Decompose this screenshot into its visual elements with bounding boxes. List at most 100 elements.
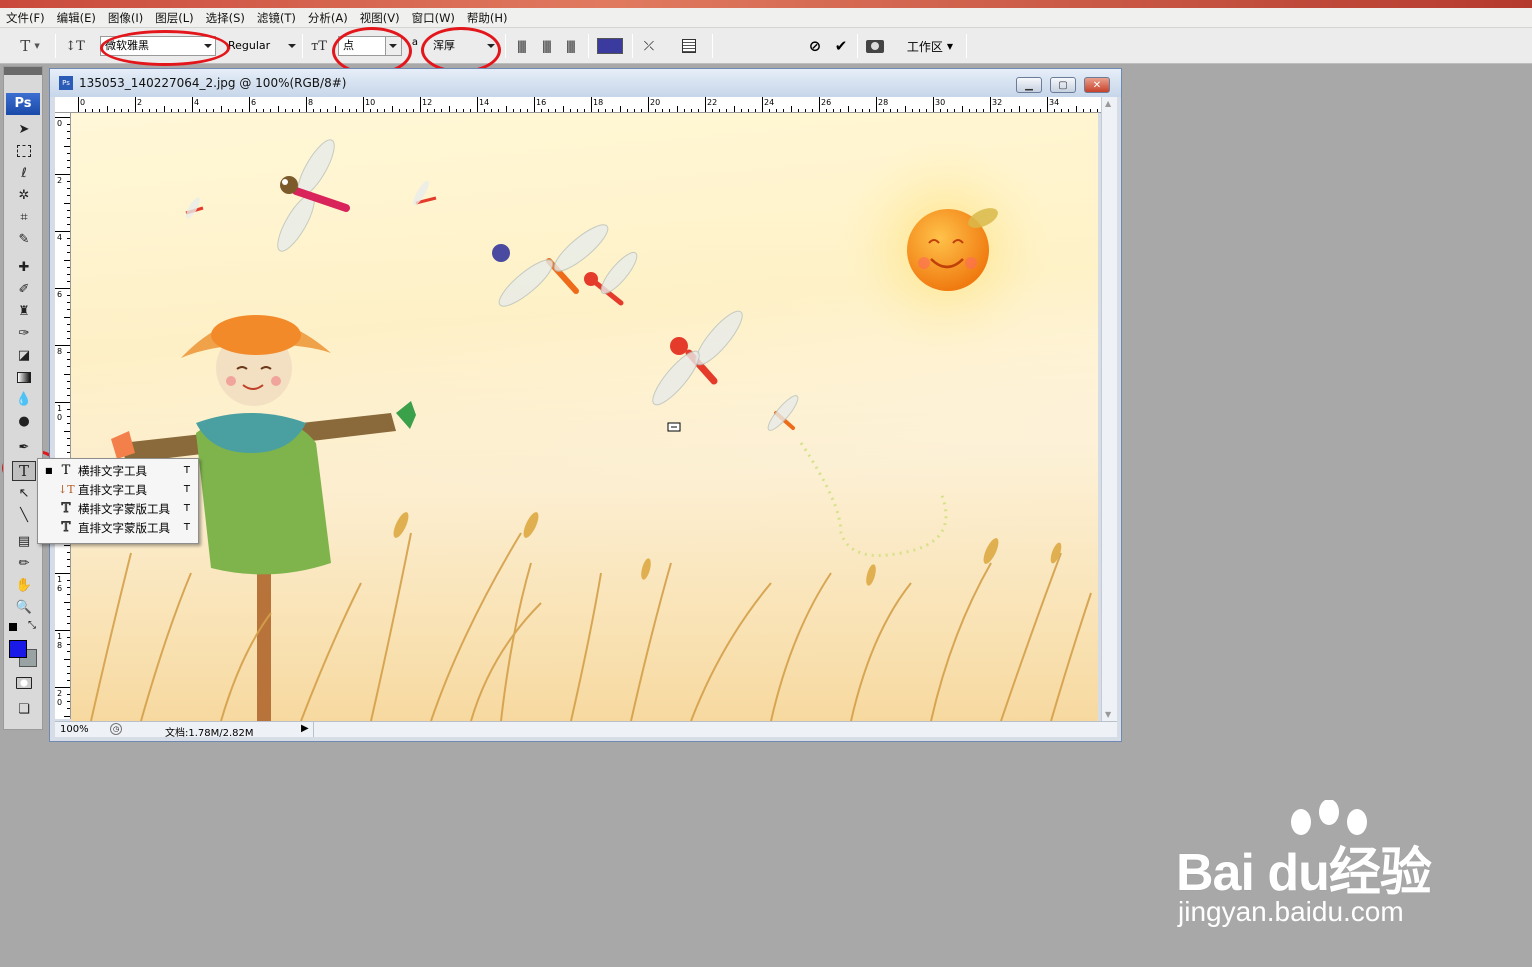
lasso-tool-icon[interactable]: ℓ bbox=[12, 163, 36, 183]
h-ruler-label: 30 bbox=[935, 98, 946, 107]
bridge-icon[interactable] bbox=[862, 28, 888, 64]
h-ruler-minor-tick bbox=[541, 109, 543, 112]
align-left-icon[interactable]: |||| bbox=[512, 28, 530, 64]
zoom-tool-icon[interactable]: 🔍 bbox=[12, 597, 36, 617]
h-ruler-tick bbox=[192, 97, 193, 112]
restore-button[interactable]: ▢ bbox=[1050, 77, 1076, 93]
menu-image[interactable]: 图像(I) bbox=[102, 8, 149, 28]
v-ruler-label: 1 8 bbox=[57, 632, 63, 650]
workspace-menu[interactable]: 工作区 ▼ bbox=[902, 28, 958, 64]
h-ruler-tick bbox=[648, 97, 649, 112]
text-orientation-toggle-icon[interactable]: ↕T bbox=[62, 28, 88, 64]
move-tool-icon[interactable]: ➤ bbox=[12, 119, 36, 139]
dodge-tool-icon[interactable]: ● bbox=[12, 411, 36, 431]
v-ruler-tick bbox=[55, 345, 70, 346]
v-ruler-minor-tick bbox=[64, 601, 70, 603]
flyout-item-vertical-type-mask[interactable]: T 直排文字蒙版工具 T bbox=[38, 518, 198, 537]
gradient-tool-icon[interactable] bbox=[12, 367, 36, 387]
menu-layer[interactable]: 图层(L) bbox=[149, 8, 199, 28]
healing-brush-tool-icon[interactable]: ✚ bbox=[12, 257, 36, 277]
menu-edit[interactable]: 编辑(E) bbox=[51, 8, 102, 28]
h-ruler-minor-tick bbox=[847, 106, 849, 112]
h-ruler-minor-tick bbox=[562, 106, 564, 112]
line-tool-icon[interactable]: ╲ bbox=[12, 505, 36, 525]
antialias-select[interactable]: 浑厚 bbox=[433, 36, 495, 56]
brush-tool-icon[interactable]: ✐ bbox=[12, 279, 36, 299]
minimize-button[interactable]: ▁ bbox=[1016, 77, 1042, 93]
marquee-tool-icon[interactable] bbox=[12, 141, 36, 161]
v-ruler-minor-tick bbox=[64, 373, 70, 375]
path-selection-tool-icon[interactable]: ↖ bbox=[12, 483, 36, 503]
vertical-ruler[interactable]: 024681 01 21 41 61 82 0 bbox=[55, 113, 71, 719]
vertical-scrollbar[interactable]: ▲ ▼ bbox=[1101, 97, 1117, 721]
commit-check-icon[interactable]: ✔ bbox=[830, 28, 852, 64]
h-ruler-minor-tick bbox=[790, 106, 792, 112]
default-colors-icon[interactable] bbox=[9, 623, 17, 631]
flyout-item-shortcut: T bbox=[183, 484, 190, 495]
foreground-color-swatch[interactable] bbox=[9, 640, 27, 658]
menu-select[interactable]: 选择(S) bbox=[200, 8, 251, 28]
hand-tool-icon[interactable]: ✋ bbox=[12, 575, 36, 595]
screen-mode-icon[interactable]: ❏ bbox=[12, 699, 36, 719]
v-ruler-minor-tick bbox=[67, 152, 70, 154]
close-button[interactable]: ✕ bbox=[1084, 77, 1110, 93]
eraser-tool-icon[interactable]: ◪ bbox=[12, 345, 36, 365]
h-ruler-tick bbox=[306, 97, 307, 112]
tool-preset-picker[interactable]: T ▼ bbox=[12, 28, 48, 64]
font-family-select[interactable]: 微软雅黑 bbox=[100, 36, 216, 56]
cancel-icon[interactable]: ⊘ bbox=[804, 28, 826, 64]
flyout-item-horizontal-type[interactable]: ■ T 横排文字工具 T bbox=[38, 461, 198, 480]
menu-filter[interactable]: 滤镜(T) bbox=[251, 8, 302, 28]
flyout-item-vertical-type[interactable]: ↓T 直排文字工具 T bbox=[38, 480, 198, 499]
menu-help[interactable]: 帮助(H) bbox=[461, 8, 514, 28]
slice-tool-icon[interactable]: ✎ bbox=[12, 229, 36, 249]
history-brush-tool-icon[interactable]: ✑ bbox=[12, 323, 36, 343]
h-ruler-minor-tick bbox=[127, 109, 129, 112]
image-canvas[interactable] bbox=[71, 113, 1098, 721]
quick-mask-icon[interactable] bbox=[12, 673, 36, 693]
zoom-level[interactable]: 100% bbox=[60, 724, 106, 735]
clone-stamp-tool-icon[interactable]: ♜ bbox=[12, 301, 36, 321]
status-menu-icon[interactable]: ◷ bbox=[110, 723, 122, 735]
pen-tool-icon[interactable]: ✒ bbox=[12, 437, 36, 457]
h-ruler-minor-tick bbox=[412, 109, 414, 112]
h-ruler-minor-tick bbox=[526, 109, 528, 112]
v-ruler-minor-tick bbox=[67, 323, 70, 325]
v-ruler-minor-tick bbox=[67, 622, 70, 624]
h-ruler-minor-tick bbox=[1068, 109, 1070, 112]
font-style-select[interactable]: Regular bbox=[226, 36, 296, 56]
ps-logo[interactable]: Ps bbox=[6, 93, 40, 115]
h-ruler-minor-tick bbox=[313, 109, 315, 112]
character-panel-icon[interactable] bbox=[678, 28, 700, 64]
menu-analysis[interactable]: 分析(A) bbox=[302, 8, 354, 28]
notes-tool-icon[interactable]: ▤ bbox=[12, 531, 36, 551]
h-ruler-minor-tick bbox=[206, 109, 208, 112]
h-ruler-minor-tick bbox=[1004, 109, 1006, 112]
align-right-icon[interactable]: |||| bbox=[561, 28, 579, 64]
flyout-item-horizontal-type-mask[interactable]: T 横排文字蒙版工具 T bbox=[38, 499, 198, 518]
warp-text-icon[interactable]: ⤫ bbox=[638, 28, 660, 64]
menu-file[interactable]: 文件(F) bbox=[0, 8, 51, 28]
type-tool-icon[interactable]: T bbox=[12, 461, 36, 481]
magic-wand-tool-icon[interactable]: ✲ bbox=[12, 185, 36, 205]
ruler-corner[interactable] bbox=[55, 97, 71, 113]
h-ruler-minor-tick bbox=[384, 109, 386, 112]
menu-view[interactable]: 视图(V) bbox=[354, 8, 406, 28]
status-arrow-icon[interactable]: ▶ bbox=[301, 723, 309, 734]
horizontal-scrollbar[interactable] bbox=[313, 722, 1101, 737]
h-ruler-minor-tick bbox=[982, 109, 984, 112]
v-ruler-minor-tick bbox=[64, 202, 70, 204]
align-center-icon[interactable]: |||| bbox=[537, 28, 555, 64]
font-size-input[interactable]: 点 bbox=[338, 36, 402, 56]
swap-colors-icon[interactable]: ⤡ bbox=[28, 620, 36, 631]
font-family-value: 微软雅黑 bbox=[105, 39, 149, 52]
h-ruler-tick bbox=[876, 97, 877, 112]
v-ruler-minor-tick bbox=[67, 273, 70, 275]
eyedropper-tool-icon[interactable]: ✏ bbox=[12, 553, 36, 573]
h-ruler-minor-tick bbox=[861, 109, 863, 112]
horizontal-ruler[interactable]: 0 2 4 6 8 10 12 14 16 18 20 22 24 26 28 30 32 34 bbox=[70, 97, 1101, 113]
document-title-bar[interactable]: Ps 135053_140227064_2.jpg @ 100%(RGB/8#) bbox=[50, 69, 1121, 97]
text-color-swatch[interactable] bbox=[596, 28, 624, 64]
blur-tool-icon[interactable]: 💧 bbox=[12, 389, 36, 409]
crop-tool-icon[interactable]: ⌗ bbox=[12, 207, 36, 227]
